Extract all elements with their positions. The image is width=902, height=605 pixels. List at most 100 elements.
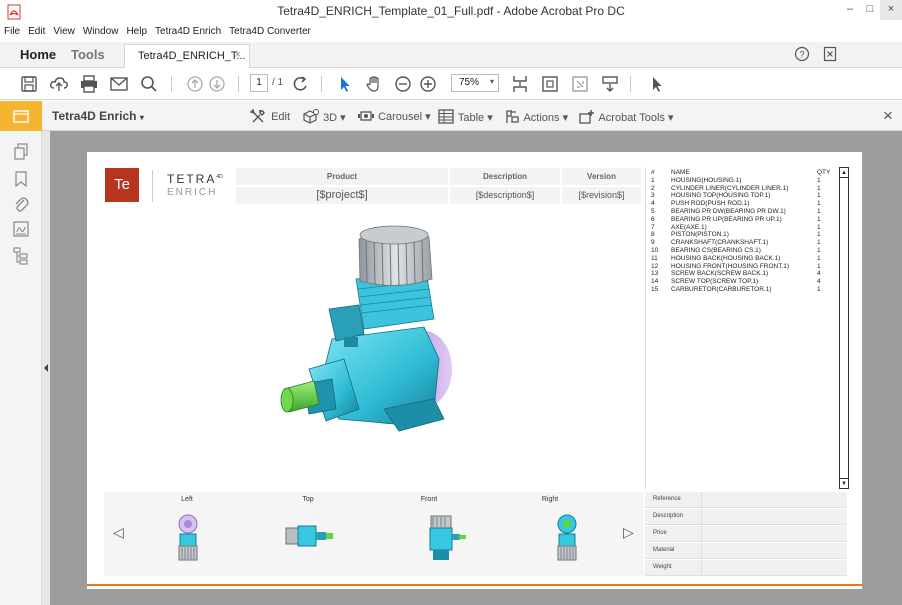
view-thumb-top[interactable]	[284, 522, 334, 550]
enrich-actions-button[interactable]: Actions ▾	[503, 109, 568, 124]
enrich-table-button[interactable]: Table ▾	[437, 109, 493, 124]
view-thumb-left[interactable]	[172, 514, 204, 562]
bom-row[interactable]: 1 HOUSING(HOUSING.1) 1	[649, 177, 832, 185]
enrich-carousel-button[interactable]: Carousel ▾	[357, 109, 431, 123]
carousel-prev-icon[interactable]: ◁	[113, 524, 124, 541]
tab-home[interactable]: Home	[20, 47, 56, 62]
notifications-icon[interactable]	[823, 46, 837, 62]
previous-page-icon[interactable]	[185, 74, 205, 94]
enrich-tool-tab[interactable]	[0, 101, 42, 131]
page-number-input[interactable]: 1	[250, 74, 268, 92]
model-tree-icon[interactable]	[13, 247, 29, 265]
bom-row[interactable]: 14 SCREW TOP(SCREW TOP.1) 4	[649, 278, 832, 286]
property-value-price[interactable]	[701, 526, 847, 542]
menu-help[interactable]: Help	[122, 24, 151, 37]
bom-row[interactable]: 10 BEARING CS(BEARING CS.1) 1	[649, 247, 832, 255]
menu-file[interactable]: File	[0, 24, 24, 37]
menu-window[interactable]: Window	[79, 24, 123, 37]
bom-cell-name: SCREW BACK(SCREW BACK.1)	[671, 270, 769, 278]
toolbar-divider	[630, 76, 631, 92]
enrich-acrobat-tools-button[interactable]: Acrobat Tools ▾	[578, 109, 673, 124]
bom-row[interactable]: 6 BEARING PR UP(BEARING PR UP.1) 1	[649, 216, 832, 224]
print-icon[interactable]	[79, 74, 99, 94]
scroll-up-icon[interactable]: ▲	[840, 168, 848, 178]
attachment-icon[interactable]	[13, 195, 29, 213]
page-thumbnails-icon[interactable]	[13, 143, 29, 161]
bom-cell-qty: 1	[817, 207, 821, 215]
tab-close-icon[interactable]: ×	[235, 49, 241, 61]
signatures-icon[interactable]	[13, 221, 29, 237]
fit-page-icon[interactable]	[540, 74, 560, 94]
menu-tetra4d-converter[interactable]: Tetra4D Converter	[225, 24, 315, 37]
full-screen-icon[interactable]	[570, 74, 590, 94]
maximize-button[interactable]: □	[860, 0, 880, 20]
bookmark-icon[interactable]	[14, 171, 28, 187]
logo-text-tetra: TETRA4D	[167, 172, 223, 186]
bom-scrollbar[interactable]: ▲ ▼	[839, 167, 849, 489]
bom-row[interactable]: 11 HOUSING BACK(HOUSING BACK.1) 1	[649, 255, 832, 263]
bom-row[interactable]: 13 SCREW BACK(SCREW BACK.1) 4	[649, 270, 832, 278]
property-value-reference[interactable]	[701, 492, 847, 508]
enrich-edit-button[interactable]: Edit	[249, 108, 290, 123]
property-value-description[interactable]	[701, 509, 847, 525]
description-field[interactable]: [$description$]	[450, 187, 560, 204]
upload-cloud-icon[interactable]	[49, 74, 69, 94]
property-row: Price	[645, 526, 847, 542]
bom-row[interactable]: 8 PISTON(PISTON.1) 1	[649, 231, 832, 239]
pointer-cursor-icon[interactable]	[647, 74, 667, 94]
bom-row[interactable]: 2 CYLINDER LINER(CYLINDER LINER.1) 1	[649, 185, 832, 193]
bom-row[interactable]: 9 CRANKSHAFT(CRANKSHAFT.1) 1	[649, 239, 832, 247]
zoom-out-icon[interactable]	[393, 74, 413, 94]
menu-view[interactable]: View	[49, 24, 79, 37]
bom-row[interactable]: 12 HOUSING FRONT(HOUSING FRONT.1) 1	[649, 263, 832, 271]
property-value-material[interactable]	[701, 543, 847, 559]
bom-col-number[interactable]: #	[649, 169, 669, 177]
bom-row[interactable]: 4 PUSH ROD(PUSH ROD.1) 1	[649, 200, 832, 208]
bom-panel: # NAME QTY 1 HOUSING(HOUSING.1) 1 2 CYLINDER…	[645, 167, 851, 489]
close-enrich-icon[interactable]: ×	[883, 106, 893, 126]
select-cursor-icon[interactable]	[335, 74, 355, 94]
bom-col-name[interactable]: NAME	[669, 169, 815, 177]
rotate-icon[interactable]	[291, 74, 311, 94]
carousel-next-icon[interactable]: ▷	[623, 524, 634, 541]
menu-edit[interactable]: Edit	[24, 24, 49, 37]
product-field[interactable]: [$project$]	[236, 187, 448, 204]
property-label-price: Price	[653, 530, 667, 536]
panel-collapse-handle[interactable]	[42, 131, 50, 605]
bom-row[interactable]: 7 AXE(AXE.1) 1	[649, 224, 832, 232]
view-thumb-right[interactable]	[551, 514, 583, 562]
bom-cell-name: BEARING CS(BEARING CS.1)	[671, 246, 761, 254]
bom-row[interactable]: 3 HOUSING TOP(HOUSING TOP.1) 1	[649, 192, 832, 200]
help-icon[interactable]: ?	[794, 46, 810, 62]
bom-cell-name: AXE(AXE.1)	[671, 223, 707, 231]
bom-row[interactable]: 5 BEARING PR DW(BEARING PR DW.1) 1	[649, 208, 832, 216]
zoom-in-icon[interactable]	[418, 74, 438, 94]
tab-tools[interactable]: Tools	[71, 47, 105, 62]
hand-tool-icon[interactable]	[364, 74, 384, 94]
bom-cell-name: CRANKSHAFT(CRANKSHAFT.1)	[671, 239, 769, 247]
bom-row[interactable]: 15 CARBURETOR(CARBURETOR.1) 1	[649, 286, 832, 294]
minimize-button[interactable]: –	[840, 0, 860, 20]
enrich-3d-button[interactable]: 3D ▾	[302, 109, 346, 124]
read-mode-icon[interactable]	[600, 74, 620, 94]
enrich-menu[interactable]: Tetra4D Enrich ▾	[52, 109, 144, 123]
zoom-select[interactable]: 75% ▾	[451, 74, 499, 92]
bom-col-qty[interactable]: QTY	[815, 169, 832, 177]
scroll-mode-icon[interactable]	[510, 74, 530, 94]
email-icon[interactable]	[109, 74, 129, 94]
bom-cell-qty: 4	[817, 270, 821, 278]
enrich-acrobat-tools-label: Acrobat Tools ▾	[598, 112, 674, 124]
scroll-down-icon[interactable]: ▼	[840, 478, 848, 488]
tab-document[interactable]: Tetra4D_ENRICH_T... ×	[124, 44, 250, 68]
next-page-icon[interactable]	[207, 74, 227, 94]
bom-cell-qty: 4	[817, 278, 821, 286]
close-window-button[interactable]: ×	[880, 0, 902, 20]
property-value-weight[interactable]	[701, 560, 847, 576]
version-field[interactable]: [$revision$]	[562, 187, 641, 204]
search-icon[interactable]	[139, 74, 159, 94]
view-thumb-front[interactable]	[427, 514, 467, 562]
left-rail	[0, 131, 42, 605]
3d-viewport[interactable]	[104, 209, 644, 534]
menu-tetra4d-enrich[interactable]: Tetra4D Enrich	[151, 24, 225, 37]
save-icon[interactable]	[19, 74, 39, 94]
